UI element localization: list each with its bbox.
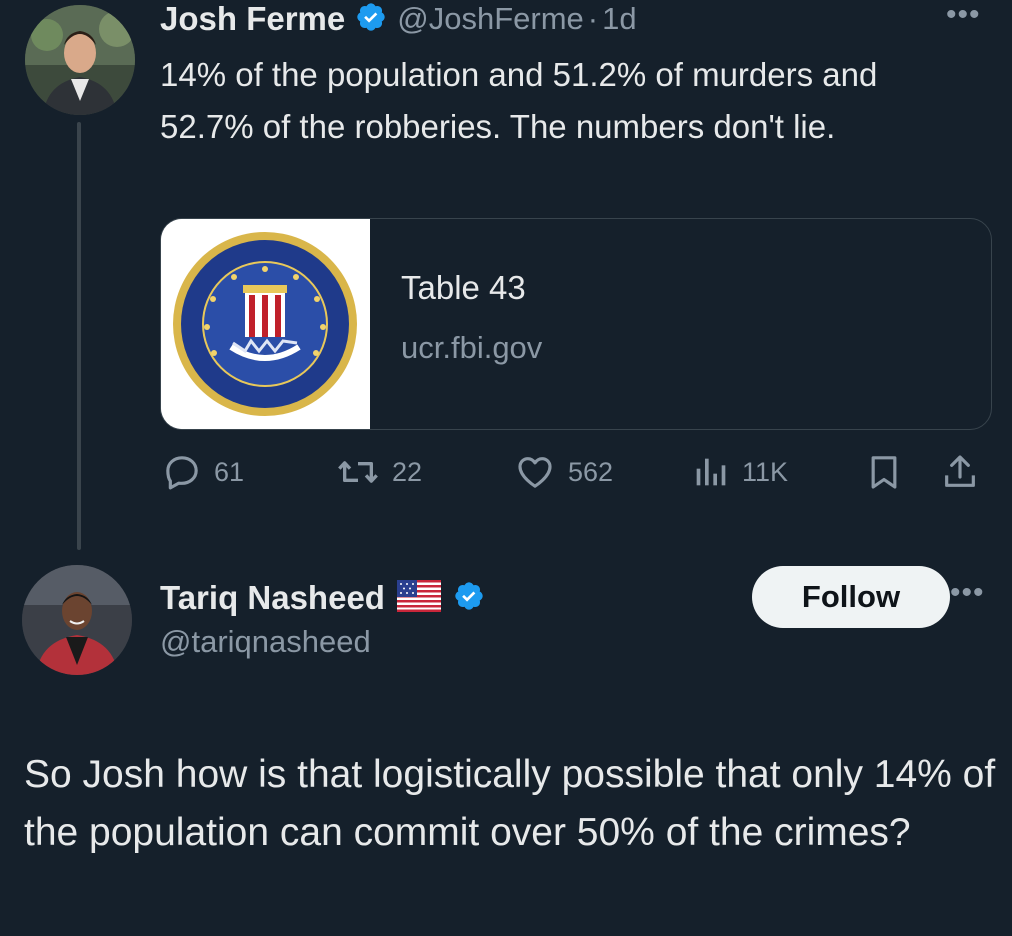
tweet1-text: 14% of the population and 51.2% of murde…: [160, 56, 878, 145]
tweet2-author-name[interactable]: Tariq Nasheed: [160, 579, 385, 617]
avatar-image: [25, 5, 135, 115]
share-icon: [945, 455, 975, 487]
tweet2-header: Tariq Nasheed: [160, 575, 485, 621]
card-domain: ucr.fbi.gov: [401, 330, 543, 365]
retweet-button[interactable]: 22: [336, 450, 422, 494]
tweet1-header: Josh Ferme @JoshFerme · 1d: [160, 0, 637, 40]
more-options-icon[interactable]: •••: [946, 0, 981, 32]
thread-connector-line: [77, 122, 81, 550]
bookmark-button[interactable]: [864, 450, 904, 494]
like-count: 562: [568, 456, 614, 487]
avatar-image: [22, 565, 132, 675]
verified-badge-icon: [453, 580, 485, 617]
link-card[interactable]: Table 43 ucr.fbi.gov: [160, 218, 992, 430]
tweet2-text: So Josh how is that logistically possibl…: [24, 753, 996, 854]
fbi-seal-icon: [161, 219, 370, 429]
views-count: 11K: [742, 456, 789, 487]
reply-count: 61: [214, 456, 245, 487]
reply-icon: [166, 456, 198, 490]
follow-button[interactable]: Follow: [752, 566, 950, 628]
more-options-icon[interactable]: •••: [950, 576, 985, 610]
us-flag-icon: [396, 579, 441, 617]
retweet-count: 22: [392, 456, 423, 487]
like-button[interactable]: 562: [514, 450, 613, 494]
bookmark-icon: [871, 456, 897, 489]
tweet2-handle[interactable]: @tariqnasheed: [160, 624, 371, 660]
avatar-tariq-nasheed[interactable]: [22, 565, 132, 675]
tweet1-timestamp[interactable]: 1d: [602, 1, 636, 37]
avatar-josh-ferme[interactable]: [25, 5, 135, 115]
tweet1-handle[interactable]: @JoshFerme: [397, 1, 584, 37]
verified-badge-icon: [355, 1, 387, 38]
retweet-icon: [338, 461, 378, 483]
views-chart-icon: [696, 458, 726, 486]
heart-icon: [518, 457, 552, 488]
reply-button[interactable]: 61: [162, 450, 244, 494]
views-button[interactable]: 11K: [690, 450, 788, 494]
separator-dot: ·: [587, 1, 599, 36]
tweet1-author-name[interactable]: Josh Ferme: [160, 0, 345, 38]
card-title: Table 43: [401, 269, 526, 306]
share-button[interactable]: [940, 450, 980, 494]
